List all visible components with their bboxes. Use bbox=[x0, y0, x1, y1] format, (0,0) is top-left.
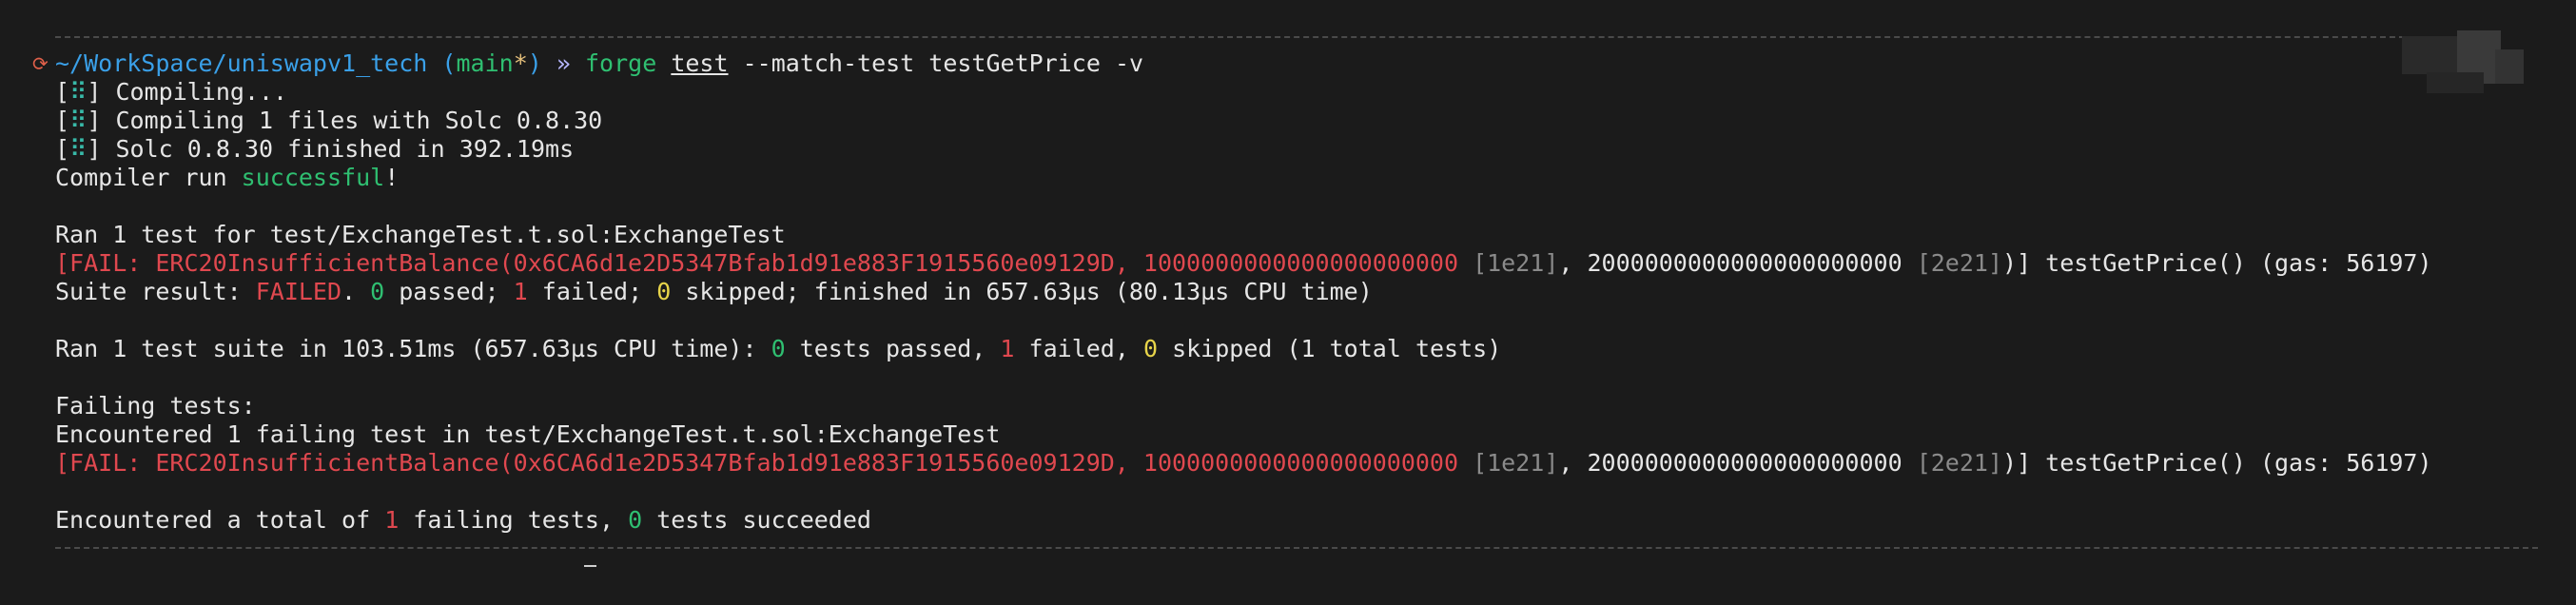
prompt-indicator-icon: ⟳ bbox=[32, 52, 49, 75]
suite-status: FAILED bbox=[255, 278, 342, 305]
ran-test-line: Ran 1 test for test/ExchangeTest.t.sol:E… bbox=[55, 221, 786, 248]
terminal-cursor bbox=[584, 565, 596, 567]
compile-line-2: [⠿] Compiling 1 files with Solc 0.8.30 bbox=[55, 107, 603, 134]
separator-bottom bbox=[55, 547, 2538, 549]
prompt-branch-open: ( bbox=[441, 49, 457, 77]
passed-count: 0 bbox=[370, 278, 385, 305]
skipped-count: 0 bbox=[656, 278, 672, 305]
failed-count: 1 bbox=[513, 278, 528, 305]
compiler-run-line: Compiler run successful! bbox=[55, 164, 400, 191]
prompt-branch-dirty: * bbox=[513, 49, 528, 77]
suite-result-line: Suite result: FAILED. 0 passed; 1 failed… bbox=[55, 278, 1373, 305]
prompt-branch-close: ) bbox=[527, 49, 542, 77]
summary-passed-count: 0 bbox=[771, 335, 786, 362]
total-failing-count: 1 bbox=[384, 506, 400, 534]
summary-line: Ran 1 test suite in 103.51ms (657.63µs C… bbox=[55, 335, 1502, 362]
total-line: Encountered a total of 1 failing tests, … bbox=[55, 506, 871, 534]
summary-skipped-count: 0 bbox=[1142, 335, 1159, 362]
command-name: forge bbox=[585, 49, 657, 77]
total-succeeded-count: 0 bbox=[628, 506, 643, 534]
fail-detail-line-repeat: [FAIL: ERC20InsufficientBalance(0x6CA6d1… bbox=[55, 449, 2432, 477]
failing-tests-header: Failing tests: bbox=[55, 392, 256, 420]
prompt-path: ~/WorkSpace/uniswapv1_tech bbox=[55, 49, 428, 77]
spinner-icon: ⠿ bbox=[69, 78, 88, 106]
summary-failed-count: 1 bbox=[1000, 335, 1015, 362]
terminal-output: ⟳ ~/WorkSpace/uniswapv1_tech (main*) » fo… bbox=[0, 49, 2576, 535]
compile-line-1: [⠿] Compiling... bbox=[55, 78, 288, 106]
command-args: --match-test testGetPrice -v bbox=[742, 49, 1144, 77]
encountered-failing-line: Encountered 1 failing test in test/Excha… bbox=[55, 420, 1001, 448]
command-subcommand: test bbox=[671, 49, 729, 77]
fail-detail-line: [FAIL: ERC20InsufficientBalance(0x6CA6d1… bbox=[55, 249, 2432, 277]
spinner-icon: ⠿ bbox=[69, 135, 88, 163]
terminal-window[interactable]: ⟳ ~/WorkSpace/uniswapv1_tech (main*) » fo… bbox=[0, 0, 2576, 605]
spinner-icon: ⠿ bbox=[69, 107, 88, 134]
prompt-branch: main bbox=[456, 49, 514, 77]
prompt-arrow: » bbox=[556, 49, 571, 77]
prompt-line: ⟳ ~/WorkSpace/uniswapv1_tech (main*) » fo… bbox=[0, 49, 2576, 78]
separator-top bbox=[55, 36, 2405, 38]
compiler-status: successful bbox=[241, 164, 385, 191]
compile-line-3: [⠿] Solc 0.8.30 finished in 392.19ms bbox=[55, 135, 575, 163]
